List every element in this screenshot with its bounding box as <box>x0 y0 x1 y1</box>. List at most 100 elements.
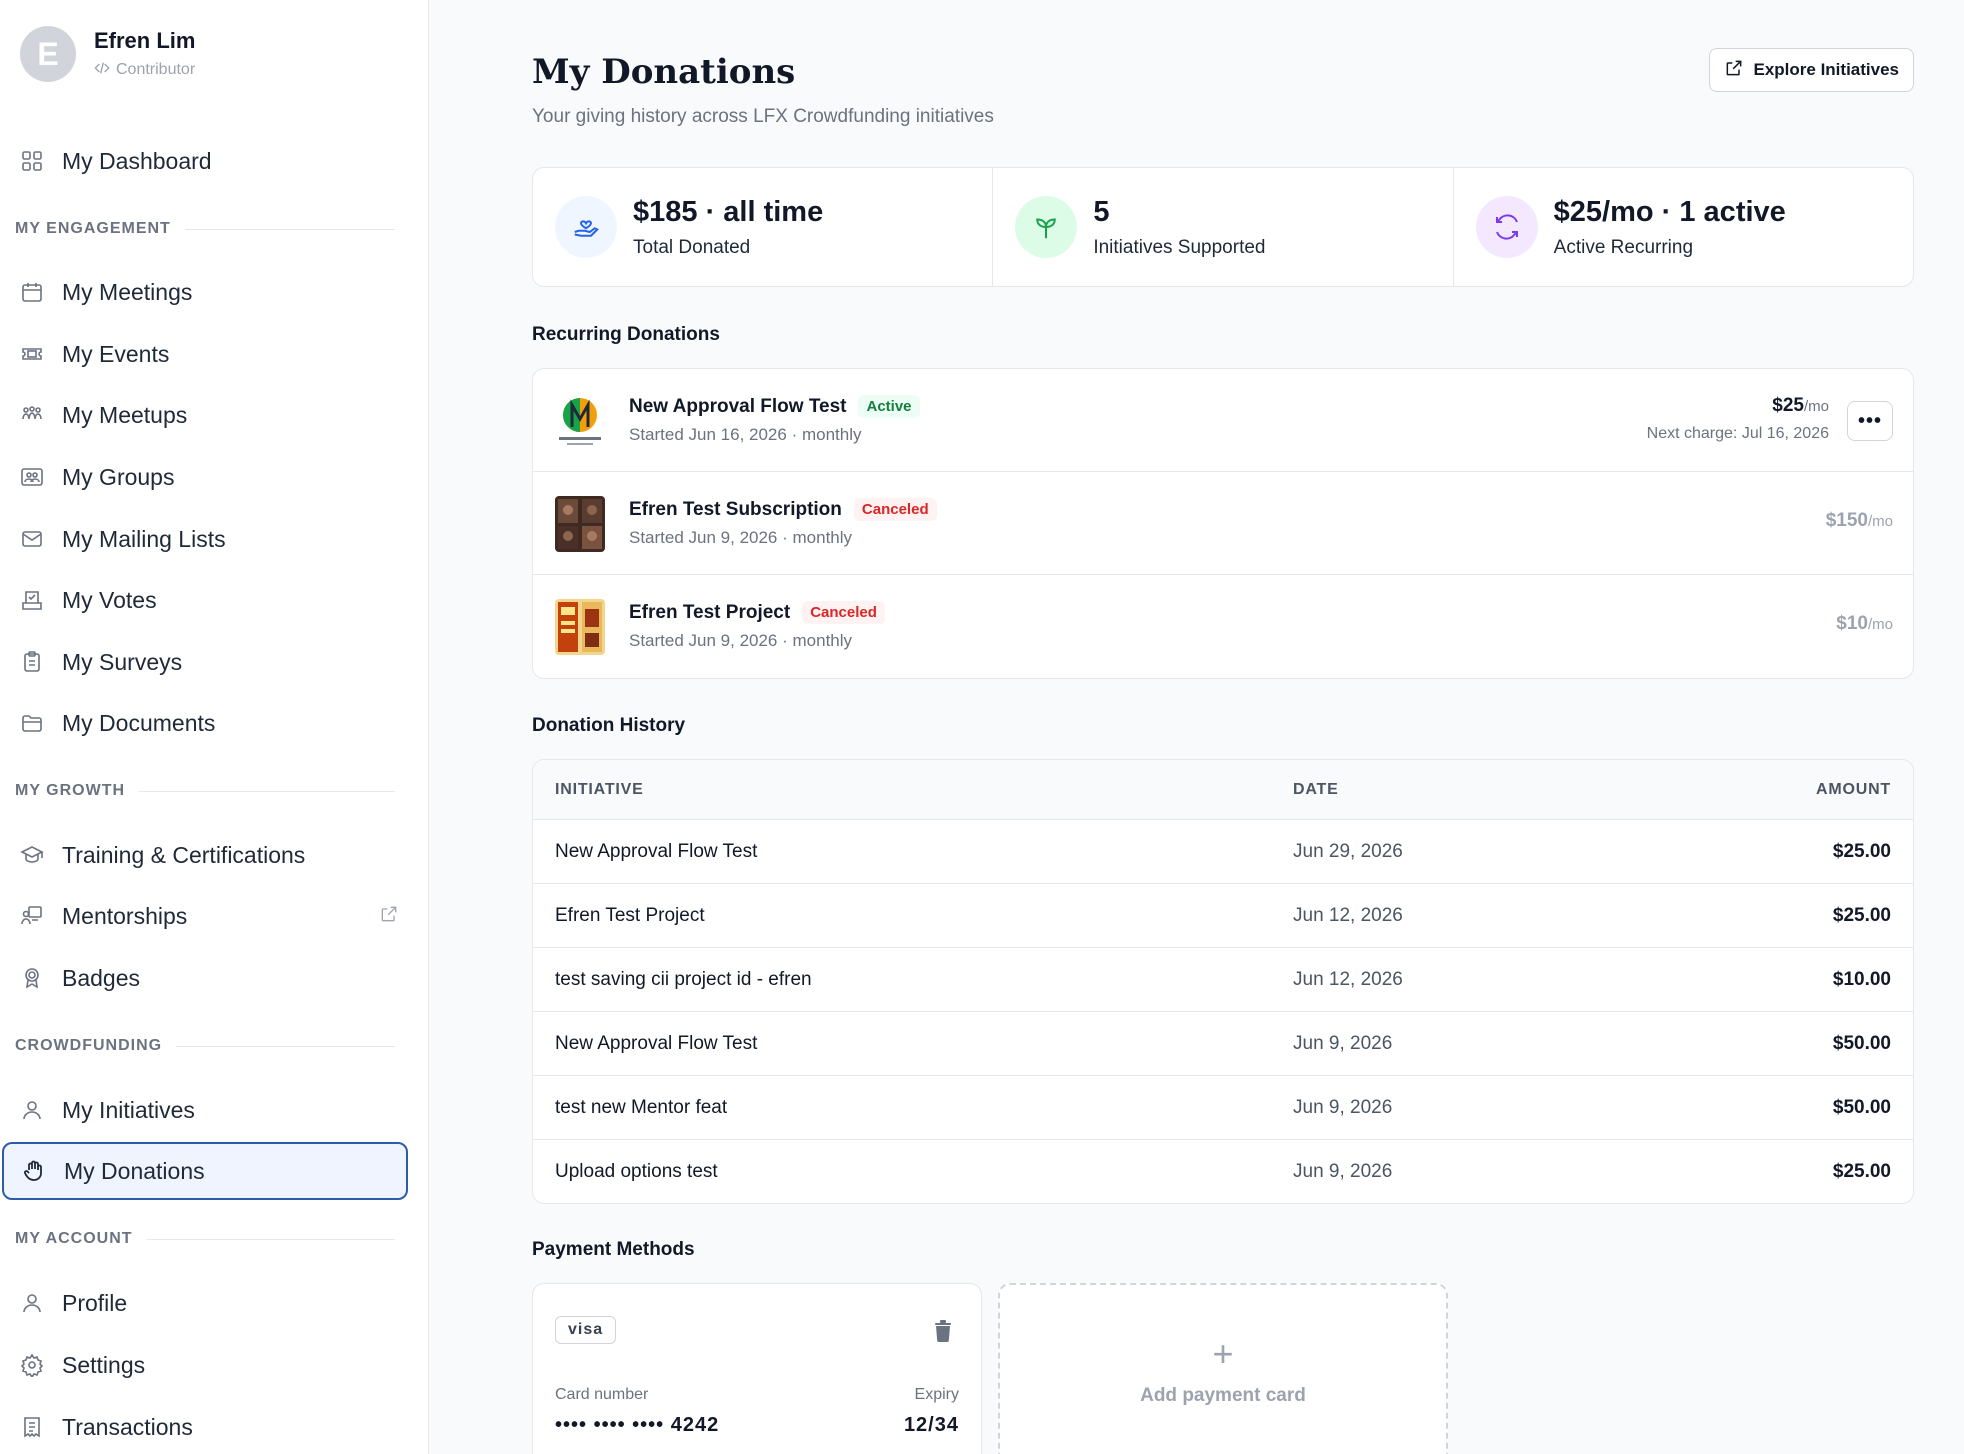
sidebar-item-dashboard[interactable]: My Dashboard <box>0 132 428 190</box>
section-growth: MY GROWTH <box>15 782 395 800</box>
sidebar-item-mentorships[interactable]: Mentorships <box>0 887 428 945</box>
sidebar-item-label: Profile <box>62 1289 128 1316</box>
sidebar-item-meetups[interactable]: My Meetups <box>0 386 428 444</box>
sidebar-item-transactions[interactable]: Transactions <box>0 1398 428 1454</box>
folder-icon <box>18 709 46 737</box>
sidebar-item-label: My Initiatives <box>62 1096 195 1123</box>
group-icon <box>18 463 46 491</box>
table-row[interactable]: New Approval Flow Test Jun 29, 2026 $25.… <box>533 820 1913 884</box>
gear-icon <box>18 1351 46 1379</box>
card-number-label: Card number <box>555 1386 649 1403</box>
table-row[interactable]: Upload options test Jun 9, 2026 $25.00 <box>533 1140 1913 1203</box>
recurring-row[interactable]: Efren Test Subscription Canceled Started… <box>533 472 1913 575</box>
user-role: Contributor <box>94 60 195 81</box>
table-header: INITIATIVE DATE AMOUNT <box>533 760 1913 820</box>
stat-initiatives-supported: 5 Initiatives Supported <box>993 168 1454 286</box>
table-row[interactable]: test new Mentor feat Jun 9, 2026 $50.00 <box>533 1076 1913 1140</box>
sidebar-item-initiatives[interactable]: My Initiatives <box>0 1081 428 1139</box>
add-payment-card-label: Add payment card <box>1140 1385 1306 1406</box>
explore-initiatives-button[interactable]: Explore Initiatives <box>1708 48 1914 92</box>
sidebar-item-documents[interactable]: My Documents <box>0 694 428 752</box>
graduation-cap-icon <box>18 841 46 869</box>
card-number: •••• •••• •••• 4242 <box>555 1414 720 1436</box>
section-account: MY ACCOUNT <box>15 1230 395 1248</box>
sidebar-item-training[interactable]: Training & Certifications <box>0 826 428 884</box>
delete-card-button[interactable] <box>933 1320 953 1345</box>
recurring-name: Efren Test Project Canceled <box>629 601 885 624</box>
recurring-name: Efren Test Subscription Canceled <box>629 498 937 521</box>
column-header-amount: AMOUNT <box>1815 780 1891 798</box>
section-crowdfunding: CROWDFUNDING <box>15 1037 395 1055</box>
card-expiry: 12/34 <box>903 1414 959 1436</box>
status-badge: Canceled <box>802 601 885 624</box>
user-name: Efren Lim <box>94 27 196 53</box>
sidebar-item-surveys[interactable]: My Surveys <box>0 633 428 691</box>
sidebar-item-meetings[interactable]: My Meetings <box>0 263 428 321</box>
stat-label: Active Recurring <box>1553 236 1694 258</box>
initiative-logo <box>555 599 605 655</box>
more-options-button[interactable]: ••• <box>1847 401 1893 441</box>
sidebar-item-mailing-lists[interactable]: My Mailing Lists <box>0 510 428 568</box>
award-icon <box>18 964 46 992</box>
ellipsis-icon: ••• <box>1857 409 1882 432</box>
recurring-amount: $10/mo <box>1836 613 1893 634</box>
initiative-logo <box>555 496 605 552</box>
sidebar-item-label: My Donations <box>64 1157 205 1184</box>
user-icon <box>18 1289 46 1317</box>
sprout-icon <box>1015 196 1078 258</box>
stat-value: $185 · all time <box>633 195 824 228</box>
user-profile[interactable]: E Efren Lim Contributor <box>20 26 195 82</box>
code-icon <box>94 60 110 81</box>
table-row[interactable]: test saving cii project id - efren Jun 1… <box>533 948 1913 1012</box>
sidebar-item-label: My Groups <box>62 463 175 490</box>
sidebar-item-label: My Events <box>62 340 170 367</box>
sidebar-item-groups[interactable]: My Groups <box>0 448 428 506</box>
sidebar-item-label: My Mailing Lists <box>62 525 226 552</box>
stats-summary: $185 · all time Total Donated 5 Initiati… <box>532 167 1914 287</box>
initiative-logo <box>555 393 605 449</box>
page-subtitle: Your giving history across LFX Crowdfund… <box>532 106 994 127</box>
calendar-icon <box>18 278 46 306</box>
sidebar-item-votes[interactable]: My Votes <box>0 571 428 629</box>
sidebar-item-label: Transactions <box>62 1413 193 1440</box>
card-brand: visa <box>555 1316 617 1344</box>
sidebar: E Efren Lim Contributor My Dashboard MY … <box>0 0 429 1454</box>
sidebar-item-label: My Meetups <box>62 401 188 428</box>
sidebar-item-label: Mentorships <box>62 902 188 929</box>
stat-value: $25/mo · 1 active <box>1553 195 1786 228</box>
clipboard-icon <box>18 648 46 676</box>
recurring-row[interactable]: Efren Test Project Canceled Started Jun … <box>533 575 1913 678</box>
sidebar-item-events[interactable]: My Events <box>0 325 428 383</box>
history-title: Donation History <box>532 715 686 736</box>
ballot-icon <box>18 586 46 614</box>
grid-icon <box>18 147 46 175</box>
sidebar-item-profile[interactable]: Profile <box>0 1274 428 1332</box>
sidebar-item-label: Settings <box>62 1351 146 1378</box>
recurring-amount: $150/mo <box>1825 510 1893 531</box>
sidebar-item-label: Badges <box>62 964 141 991</box>
section-engagement: MY ENGAGEMENT <box>15 220 395 238</box>
recurring-row[interactable]: New Approval Flow Test Active Started Ju… <box>533 369 1913 472</box>
avatar: E <box>20 26 76 82</box>
recurring-amount: $25/mo <box>1772 395 1829 416</box>
table-row[interactable]: New Approval Flow Test Jun 9, 2026 $50.0… <box>533 1012 1913 1076</box>
recurring-started: Started Jun 16, 2026 · monthly <box>629 425 862 444</box>
add-payment-card-button[interactable]: + Add payment card <box>998 1283 1448 1454</box>
payment-title: Payment Methods <box>532 1239 695 1260</box>
people-icon <box>18 401 46 429</box>
sidebar-item-settings[interactable]: Settings <box>0 1336 428 1394</box>
next-charge: Next charge: Jul 16, 2026 <box>1646 425 1829 442</box>
recurring-name: New Approval Flow Test Active <box>629 395 920 418</box>
sidebar-item-label: Training & Certifications <box>62 841 306 868</box>
column-header-date: DATE <box>1293 780 1339 798</box>
sidebar-item-label: My Dashboard <box>62 147 212 174</box>
recurring-started: Started Jun 9, 2026 · monthly <box>629 631 853 650</box>
stat-label: Total Donated <box>633 236 751 258</box>
sidebar-item-donations[interactable]: My Donations <box>2 1142 408 1200</box>
recurring-started: Started Jun 9, 2026 · monthly <box>629 528 853 547</box>
table-row[interactable]: Efren Test Project Jun 12, 2026 $25.00 <box>533 884 1913 948</box>
stat-total-donated: $185 · all time Total Donated <box>533 168 994 286</box>
sidebar-item-label: My Meetings <box>62 278 193 305</box>
sidebar-item-badges[interactable]: Badges <box>0 949 428 1007</box>
user-icon <box>18 1096 46 1124</box>
